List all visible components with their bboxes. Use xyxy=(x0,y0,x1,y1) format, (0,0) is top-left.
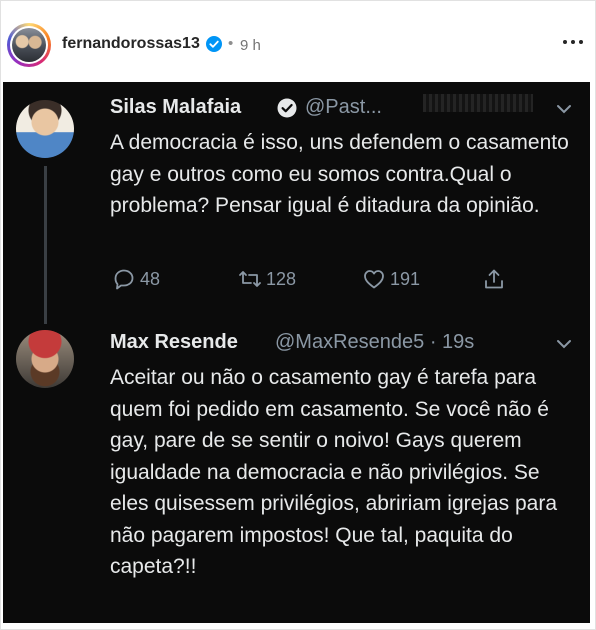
verified-icon xyxy=(277,98,297,118)
share-icon xyxy=(485,269,503,289)
tweet-text: Aceitar ou não o casamento gay é tarefa … xyxy=(110,366,558,578)
tweet-avatar-max xyxy=(16,330,74,388)
tweet-actions: 48 128 191 xyxy=(110,267,530,291)
thread-line xyxy=(44,166,47,324)
verified-badge-icon xyxy=(206,36,222,52)
retweet-icon xyxy=(239,271,261,287)
tweet-author-name: Max Resende xyxy=(110,331,238,353)
blurred-region xyxy=(423,94,533,112)
tweet-text: A democracia é isso, uns defendem o casa… xyxy=(110,131,569,217)
avatar-ring-gap xyxy=(10,26,48,64)
reply-action: 48 xyxy=(112,267,182,291)
tweet-author-handle: @MaxResende5 · 19s xyxy=(275,331,475,353)
profile-avatar[interactable] xyxy=(7,23,51,67)
tweet-avatar-silas xyxy=(16,100,74,158)
avatar-photo xyxy=(12,28,46,62)
more-options-icon[interactable] xyxy=(563,40,585,46)
like-action: 191 xyxy=(362,267,442,291)
tweet-screenshot: Silas Malafaia @Past... A democracia é i… xyxy=(3,82,590,623)
tweet-author-name: Silas Malafaia xyxy=(110,96,242,118)
retweet-action: 128 xyxy=(238,267,318,291)
post-header: fernandorossas13 • 9 h xyxy=(0,0,596,82)
reply-icon xyxy=(114,269,134,290)
chevron-down-icon xyxy=(557,105,571,114)
like-count: 191 xyxy=(390,269,421,289)
chevron-down-icon xyxy=(557,340,571,349)
post-time[interactable]: 9 h xyxy=(240,37,261,54)
tweet-author-handle: @Past... xyxy=(305,96,382,118)
separator-dot: • xyxy=(228,35,234,52)
share-action xyxy=(482,267,506,291)
heart-icon xyxy=(364,270,384,289)
retweet-count: 128 xyxy=(266,269,297,289)
reply-count: 48 xyxy=(140,269,161,289)
post-username[interactable]: fernandorossas13 xyxy=(62,35,200,53)
